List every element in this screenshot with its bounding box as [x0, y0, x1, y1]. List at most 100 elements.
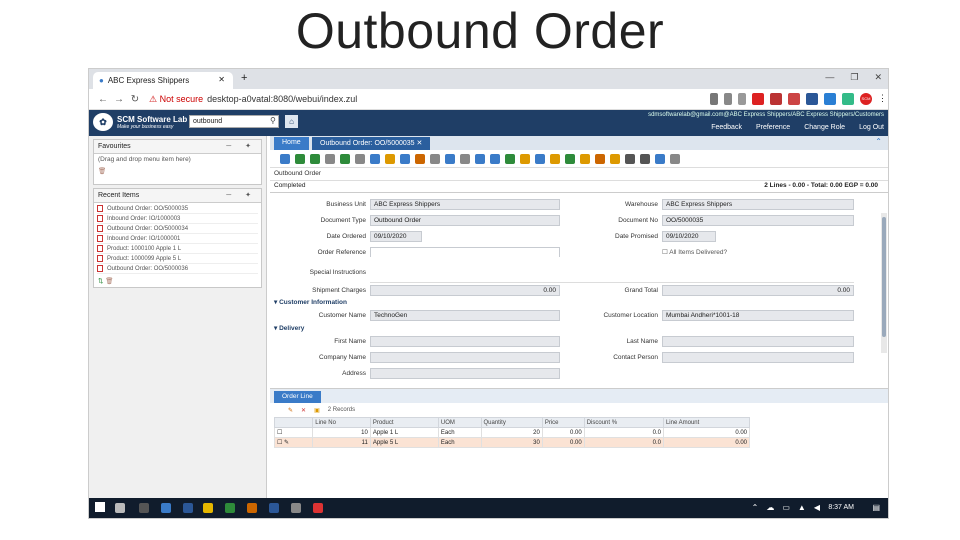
- toolbar-button-icon[interactable]: [580, 153, 590, 164]
- form-scrollbar[interactable]: [881, 213, 887, 353]
- grand-total-field[interactable]: 0.00: [662, 285, 854, 296]
- tab-outbound-order[interactable]: Outbound Order: OO/5000035 ✕: [312, 137, 431, 150]
- notification-icon[interactable]: ▤: [872, 503, 880, 512]
- close-icon[interactable]: ✕: [218, 75, 225, 84]
- menu-search-input[interactable]: outbound: [189, 115, 279, 128]
- grid-cell-product[interactable]: Apple 5 L: [369, 437, 439, 448]
- customer-location-field[interactable]: Mumbai Andheri*1001-18: [662, 310, 854, 321]
- grid-cell-disc[interactable]: 0.0: [583, 437, 664, 448]
- grid-cell-qty[interactable]: 20: [480, 427, 543, 438]
- star-icon[interactable]: [738, 93, 746, 105]
- delivery-group[interactable]: ▾ Delivery: [274, 324, 304, 332]
- not-secure-label[interactable]: ⚠ Not secure: [149, 94, 203, 105]
- company-name-field[interactable]: [370, 352, 560, 363]
- table-row[interactable]: ☐ 10 Apple 1 L Each 20 0.00 0.0 0.00: [273, 427, 751, 438]
- date-ordered-field[interactable]: 09/10/2020: [370, 231, 422, 242]
- search-icon[interactable]: [115, 503, 125, 513]
- panel-controls-icon[interactable]: ─ ✦: [226, 191, 257, 199]
- recent-item[interactable]: Outbound Order: OO/5000034: [97, 224, 258, 234]
- maximize-icon[interactable]: ❐: [850, 72, 858, 83]
- toolbar-button-icon[interactable]: [430, 153, 440, 164]
- customer-info-group[interactable]: ▾ Customer Information: [274, 298, 347, 306]
- grid-cell-qty[interactable]: 30: [480, 437, 543, 448]
- grid-cell-line[interactable]: 10: [312, 427, 371, 438]
- reload-icon[interactable]: ↻: [127, 94, 143, 105]
- grid-column-header[interactable]: Quantity: [480, 417, 543, 428]
- document-type-field[interactable]: Outbound Order: [370, 215, 560, 226]
- table-row[interactable]: ☐ ✎ 11 Apple 5 L Each 30 0.00 0.0 0.00: [273, 437, 751, 448]
- toolbar-button-icon[interactable]: [460, 153, 470, 164]
- grid-cell-product[interactable]: Apple 1 L: [369, 427, 439, 438]
- contact-person-field[interactable]: [662, 352, 854, 363]
- grid-cell-amount[interactable]: 0.00: [662, 437, 751, 448]
- battery-icon[interactable]: ▭: [782, 503, 790, 512]
- toolbar-button-icon[interactable]: [310, 153, 320, 164]
- grid-column-header[interactable]: Line No: [312, 417, 371, 428]
- recent-item[interactable]: Outbound Order: OO/5000035: [97, 204, 258, 214]
- recent-item[interactable]: Product: 1000099 Apple 5 L: [97, 254, 258, 264]
- business-unit-field[interactable]: ABC Express Shippers: [370, 199, 560, 210]
- customer-name-field[interactable]: TechnoGen: [370, 310, 560, 321]
- special-instructions-field[interactable]: [370, 257, 854, 283]
- recent-item[interactable]: Product: 1000100 Apple 1 L: [97, 244, 258, 254]
- app-icon[interactable]: [269, 503, 279, 513]
- grid-cell-disc[interactable]: 0.0: [583, 427, 664, 438]
- feedback-link[interactable]: Feedback: [711, 124, 742, 131]
- store-icon[interactable]: [183, 503, 193, 513]
- network-icon[interactable]: ▲: [798, 503, 806, 512]
- grid-cell-uom[interactable]: Each: [437, 427, 482, 438]
- toolbar-button-icon[interactable]: [640, 153, 650, 164]
- browser-tab[interactable]: ● ABC Express Shippers ✕: [93, 72, 233, 89]
- grid-column-header[interactable]: Line Amount: [662, 417, 751, 428]
- address-field[interactable]: [370, 368, 560, 379]
- site-map-icon[interactable]: ⌂: [285, 115, 298, 128]
- toolbar-button-icon[interactable]: [280, 153, 290, 164]
- edge-icon[interactable]: [161, 503, 171, 513]
- toolbar-button-icon[interactable]: [445, 153, 455, 164]
- date-promised-field[interactable]: 09/10/2020: [662, 231, 716, 242]
- tab-home[interactable]: Home: [274, 137, 309, 150]
- toolbar-button-icon[interactable]: [385, 153, 395, 164]
- toolbar-button-icon[interactable]: [355, 153, 365, 164]
- toolbar-button-icon[interactable]: [295, 153, 305, 164]
- logout-link[interactable]: Log Out: [859, 124, 884, 131]
- app-icon[interactable]: [225, 503, 235, 513]
- toolbar-button-icon[interactable]: [610, 153, 620, 164]
- grid-column-header[interactable]: UOM: [437, 417, 482, 428]
- row-select-checkbox[interactable]: ☐ ✎: [273, 437, 314, 448]
- grid-cell-price[interactable]: 0.00: [541, 427, 585, 438]
- change-role-link[interactable]: Change Role: [804, 124, 845, 131]
- toolbar-button-icon[interactable]: [595, 153, 605, 164]
- toolbar-button-icon[interactable]: [625, 153, 635, 164]
- chrome-icon[interactable]: [313, 503, 323, 513]
- explorer-icon[interactable]: [203, 503, 213, 513]
- recent-item[interactable]: Outbound Order: OO/5000036: [97, 264, 258, 274]
- recent-item[interactable]: Inbound Order: IO/1000003: [97, 214, 258, 224]
- toolbar-button-icon[interactable]: [565, 153, 575, 164]
- word-ext-icon[interactable]: [806, 93, 818, 105]
- row-select-checkbox[interactable]: ☐: [273, 427, 314, 438]
- toolbar-button-icon[interactable]: [550, 153, 560, 164]
- document-no-field[interactable]: OO/5000035: [662, 215, 854, 226]
- grid-column-header[interactable]: Product: [369, 417, 439, 428]
- edit-icon[interactable]: ✎: [288, 407, 293, 414]
- grid-column-header[interactable]: Price: [541, 417, 585, 428]
- checkbox-icon[interactable]: ☐: [662, 249, 668, 256]
- more-icon[interactable]: ⋮: [878, 93, 887, 105]
- up-arrow-icon[interactable]: ⌃: [752, 503, 759, 512]
- search-icon[interactable]: ⚲: [270, 116, 276, 125]
- toolbar-button-icon[interactable]: [490, 153, 500, 164]
- task-view-icon[interactable]: [139, 503, 149, 513]
- toolbar-button-icon[interactable]: [520, 153, 530, 164]
- new-tab-icon[interactable]: +: [241, 72, 247, 84]
- grid-cell-amount[interactable]: 0.00: [662, 427, 751, 438]
- grid-cell-uom[interactable]: Each: [437, 437, 482, 448]
- opera-ext-icon[interactable]: [752, 93, 764, 105]
- url-field[interactable]: desktop-a0vatal:8080/webui/index.zul: [207, 94, 357, 104]
- toolbar-button-icon[interactable]: [505, 153, 515, 164]
- shipment-charges-field[interactable]: 0.00: [370, 285, 560, 296]
- trash-icon[interactable]: 🗑: [105, 278, 113, 285]
- window-close-icon[interactable]: ✕: [874, 72, 882, 83]
- cloud-ext-icon[interactable]: [824, 93, 836, 105]
- toolbar-button-icon[interactable]: [370, 153, 380, 164]
